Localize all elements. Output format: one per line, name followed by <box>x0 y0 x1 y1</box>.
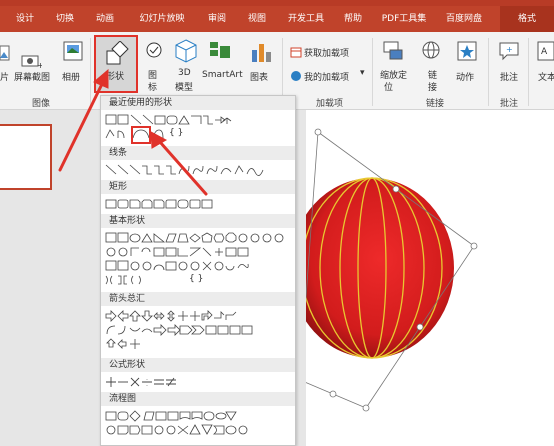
chart-button[interactable]: 图表 <box>250 70 268 83</box>
photo-album-icon[interactable] <box>62 40 84 64</box>
icons-icon[interactable] <box>144 40 164 64</box>
zoom-icon[interactable] <box>382 40 404 64</box>
smartart-button[interactable]: SmartArt <box>202 70 243 80</box>
ribbon-separator <box>528 38 529 106</box>
category-block-arrows: 箭头总汇 <box>101 292 295 306</box>
chart-icon[interactable] <box>250 40 272 64</box>
basic-shapes-row-4[interactable]: { } <box>105 274 293 286</box>
group-label-addins: 加载项 <box>316 99 344 109</box>
my-addins-button[interactable]: 我的加载项 <box>304 70 349 83</box>
lantern-body <box>306 178 454 358</box>
block-arrows-row-1[interactable] <box>105 310 293 322</box>
shapes-gallery: 最近使用的形状 { } 线条 矩形 基本形状 {} 箭头总汇 公式形状 流程图 <box>100 95 296 446</box>
picture-icon[interactable] <box>0 42 10 64</box>
slide[interactable] <box>306 110 554 446</box>
action-star-icon[interactable] <box>456 40 478 64</box>
svg-text:A: A <box>541 47 548 57</box>
comment-button[interactable]: 批注 <box>500 70 518 83</box>
svg-text:+: + <box>37 61 42 68</box>
basic-shapes-row-1[interactable] <box>105 232 293 244</box>
flowchart-row-1[interactable] <box>105 410 293 422</box>
shapes-label: 形状 <box>106 72 125 82</box>
action-button[interactable]: 动作 <box>456 70 474 83</box>
tab-view[interactable]: 视图 <box>240 6 274 32</box>
3d-models-label-1[interactable]: 3D <box>178 68 191 78</box>
tab-developer[interactable]: 开发工具 <box>280 6 332 32</box>
rectangles-row[interactable] <box>105 198 293 210</box>
tab-animations[interactable]: 动画 <box>88 6 122 32</box>
smartart-icon[interactable] <box>208 40 232 64</box>
ribbon-separator <box>90 38 91 106</box>
group-label-comment: 批注 <box>500 99 519 109</box>
flowchart-row-2[interactable] <box>105 424 293 436</box>
screenshot-icon[interactable]: + <box>20 52 42 68</box>
group-label-links: 链接 <box>426 99 445 109</box>
svg-text:+: + <box>506 45 513 54</box>
category-recent-shapes: 最近使用的形状 <box>101 96 295 110</box>
recent-shapes-row-1[interactable] <box>105 114 293 126</box>
basic-shapes-row-2[interactable] <box>105 246 293 258</box>
tab-slideshow[interactable]: 幻灯片放映 <box>128 6 196 32</box>
shapes-button[interactable]: 形状 <box>94 35 138 93</box>
icons-label-2[interactable]: 标 <box>148 80 157 93</box>
tab-help[interactable]: 帮助 <box>336 6 370 32</box>
textbox-icon[interactable]: A <box>536 40 554 64</box>
group-label-images: 图像 <box>32 99 51 109</box>
category-rectangles: 矩形 <box>101 180 295 194</box>
category-basic-shapes: 基本形状 <box>101 214 295 228</box>
brace-shapes-glyph[interactable]: { } <box>189 274 203 284</box>
ribbon-separator <box>488 38 489 106</box>
link-label-2[interactable]: 接 <box>428 80 437 93</box>
screenshot-button[interactable]: 屏幕截图 <box>14 70 50 83</box>
chevron-down-icon[interactable]: ▾ <box>360 68 365 78</box>
my-addins-icon[interactable] <box>290 70 302 82</box>
block-arrows-row-3[interactable] <box>105 338 293 350</box>
basic-shapes-row-3[interactable] <box>105 260 293 272</box>
text-button[interactable]: 文本 <box>538 70 554 83</box>
3d-models-label-2[interactable]: 模型 <box>175 80 193 93</box>
tab-baidu-netdisk[interactable]: 百度网盘 <box>436 6 492 32</box>
block-arrows-row-2[interactable] <box>105 324 293 336</box>
zoom-label-2[interactable]: 位 <box>384 80 393 93</box>
tab-pdf-tools[interactable]: PDF工具集 <box>376 6 432 32</box>
shapes-icon <box>106 41 129 65</box>
tab-design[interactable]: 设计 <box>8 6 42 32</box>
tab-transitions[interactable]: 切换 <box>48 6 82 32</box>
get-addins-button[interactable]: 获取加载项 <box>304 46 349 59</box>
lantern-shape[interactable] <box>306 110 554 446</box>
category-flowchart: 流程图 <box>101 392 295 406</box>
link-icon[interactable] <box>420 40 442 64</box>
pictures-label[interactable]: 片 <box>0 70 9 83</box>
brace-shapes-glyph[interactable]: { } <box>169 128 183 138</box>
comment-icon[interactable]: + <box>498 40 520 64</box>
slide-thumbnail[interactable] <box>0 124 52 190</box>
equation-shapes-row[interactable] <box>105 376 293 388</box>
cube-icon[interactable] <box>174 38 198 64</box>
photo-album-button[interactable]: 相册 <box>62 70 80 83</box>
category-equation-shapes: 公式形状 <box>101 358 295 372</box>
lines-row[interactable] <box>105 164 293 176</box>
curve-shape-highlight[interactable] <box>131 126 151 144</box>
category-lines: 线条 <box>101 146 295 160</box>
ribbon-tab-bar: 设计 切换 动画 幻灯片放映 审阅 视图 开发工具 帮助 PDF工具集 百度网盘… <box>0 6 554 32</box>
ribbon-separator <box>372 38 373 106</box>
tab-format[interactable]: 格式 <box>500 6 554 32</box>
tab-review[interactable]: 审阅 <box>200 6 234 32</box>
store-icon[interactable] <box>290 46 302 58</box>
